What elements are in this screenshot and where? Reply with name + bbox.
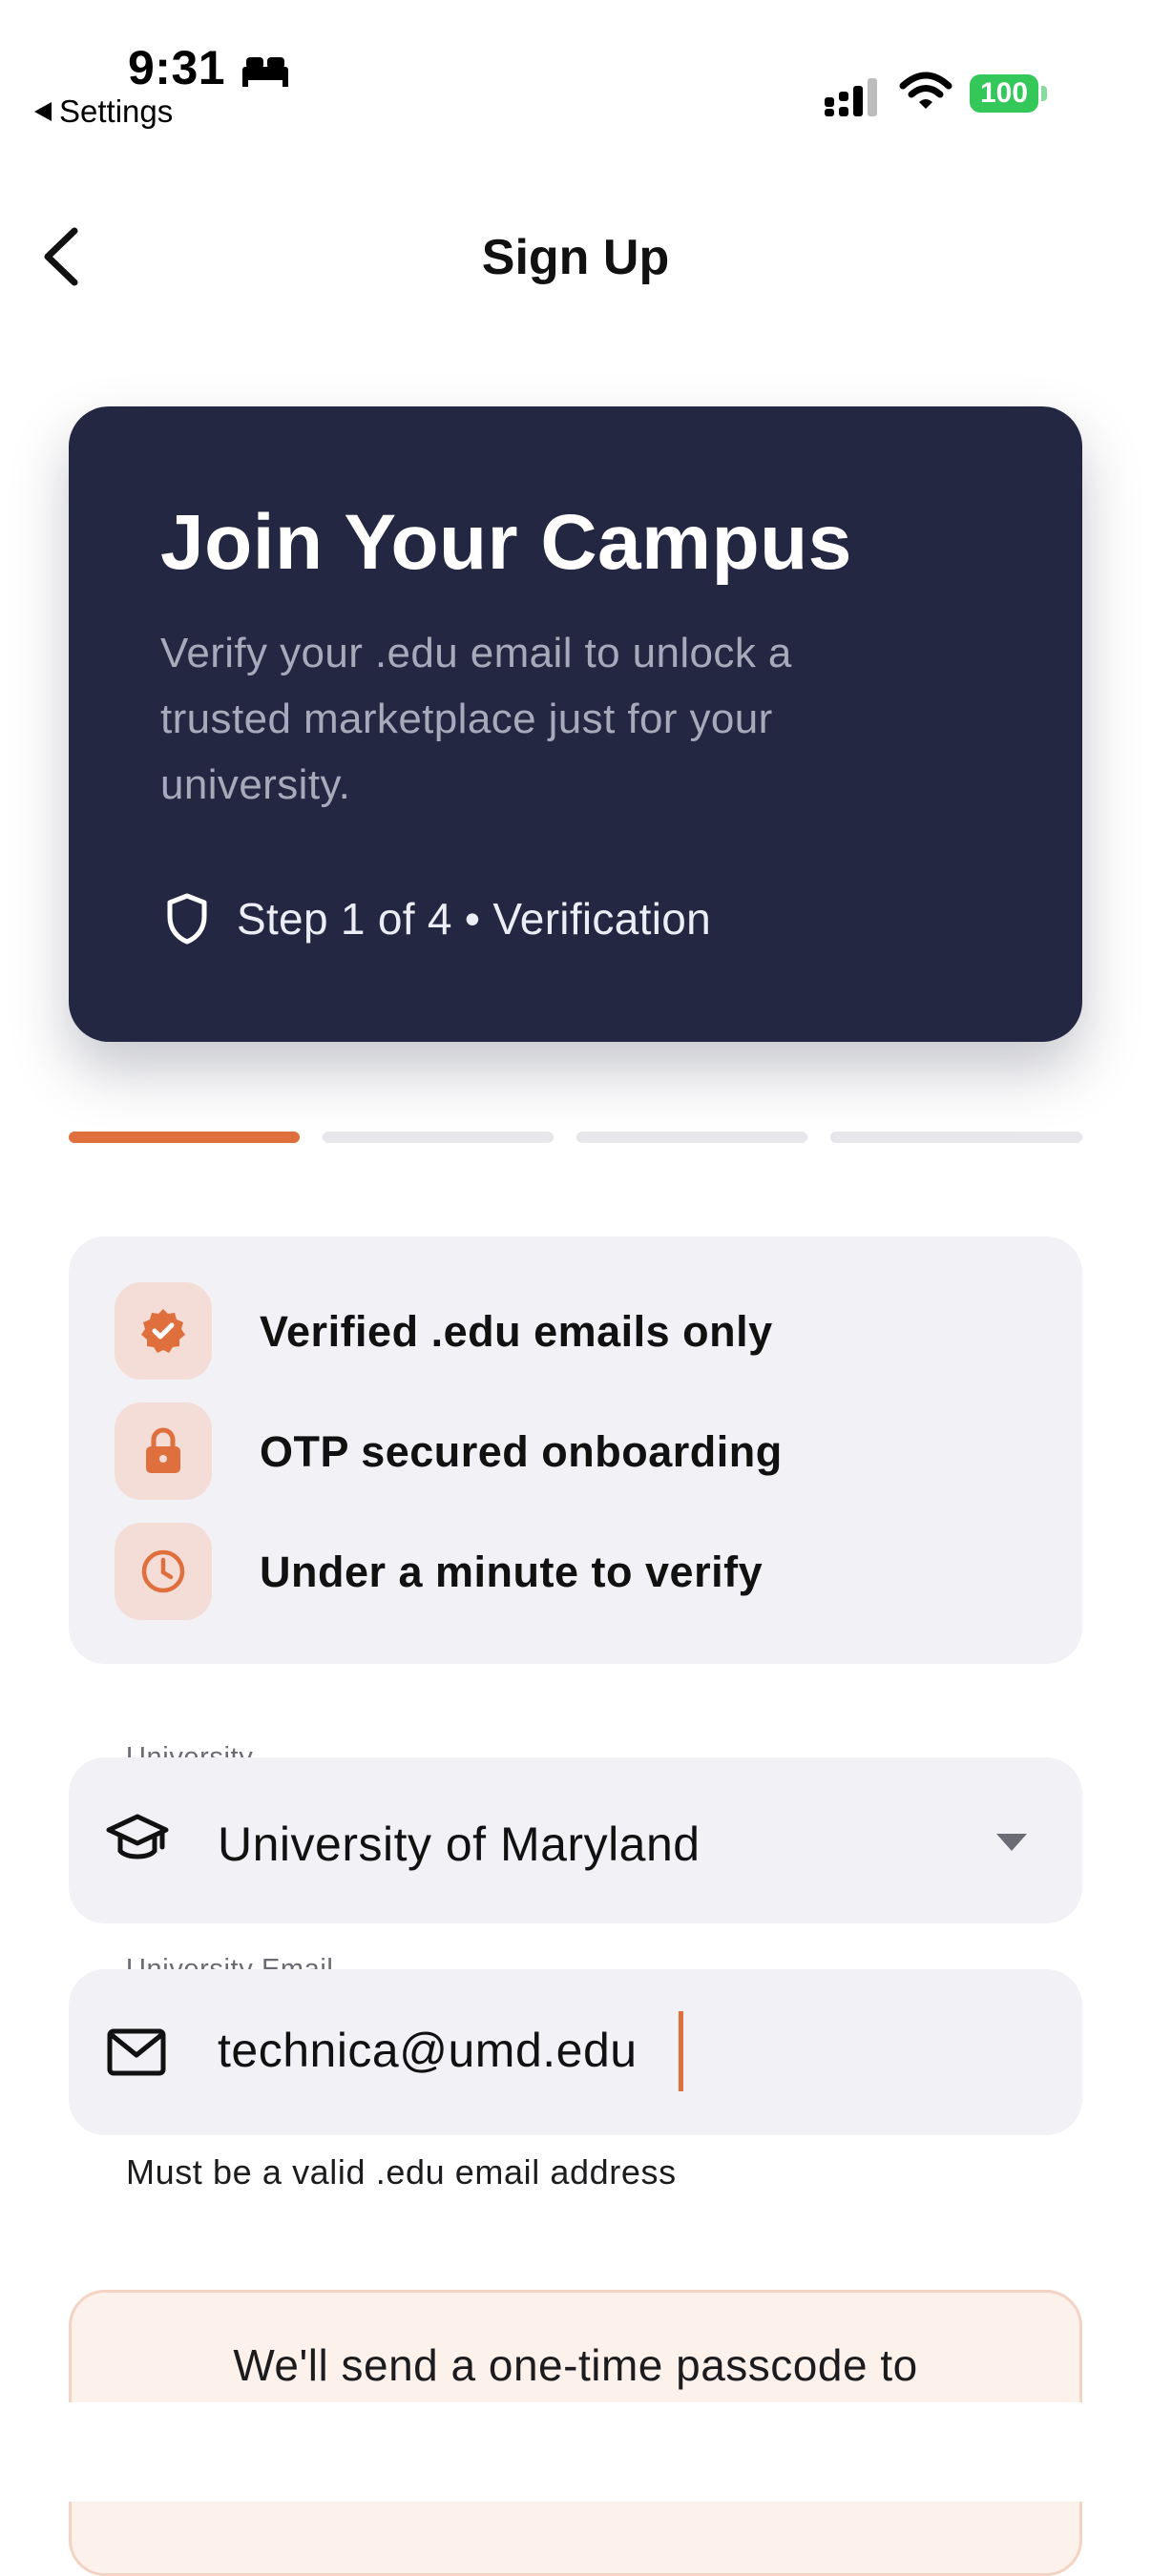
hero-subtitle-line: Verify your .edu email to unlock a [160,630,792,676]
clock-icon [115,1523,212,1620]
step-text: Step 1 of 4 • Verification [237,894,711,944]
caret-down-icon[interactable] [994,1832,1029,1853]
hero-subtitle: Verify your .edu email to unlock a trust… [160,620,943,818]
mail-icon [107,2028,166,2076]
email-helper-text: Must be a valid .edu email address [126,2152,677,2192]
progress-segment-2 [323,1132,554,1143]
feature-label: Verified .edu emails only [260,1307,773,1356]
feature-label: Under a minute to verify [260,1548,764,1596]
sleep-icon [242,57,288,87]
battery-icon: 100 [970,74,1048,113]
hero-subtitle-line: university. [160,761,351,808]
progress-segment-1-active [69,1132,300,1143]
wifi-icon [899,72,952,109]
email-input-value[interactable]: technica@umd.edu [218,2023,638,2078]
hero-subtitle-line: trusted marketplace just for your [160,696,773,742]
cellular-signal-icon [825,78,877,116]
back-triangle-icon [34,102,52,121]
progress-segment-4 [830,1132,1082,1143]
back-to-settings-link[interactable]: Settings [34,93,173,130]
feature-label: OTP secured onboarding [260,1427,783,1476]
graduation-cap-icon [106,1814,169,1859]
status-time: 9:31 [128,41,226,94]
verified-badge-icon [115,1282,212,1380]
back-app-label: Settings [59,93,174,129]
university-value: University of Maryland [218,1818,701,1871]
otp-notice-text: We'll send a one-time passcode to [233,2340,918,2390]
page-title: Sign Up [481,230,670,285]
hero-title: Join Your Campus [160,499,852,586]
battery-level: 100 [970,74,1038,113]
progress-segment-3 [576,1132,807,1143]
shield-icon [167,893,207,945]
text-cursor [679,2011,683,2091]
step-indicator: Step 1 of 4 • Verification [164,887,711,950]
lock-icon [115,1402,212,1500]
